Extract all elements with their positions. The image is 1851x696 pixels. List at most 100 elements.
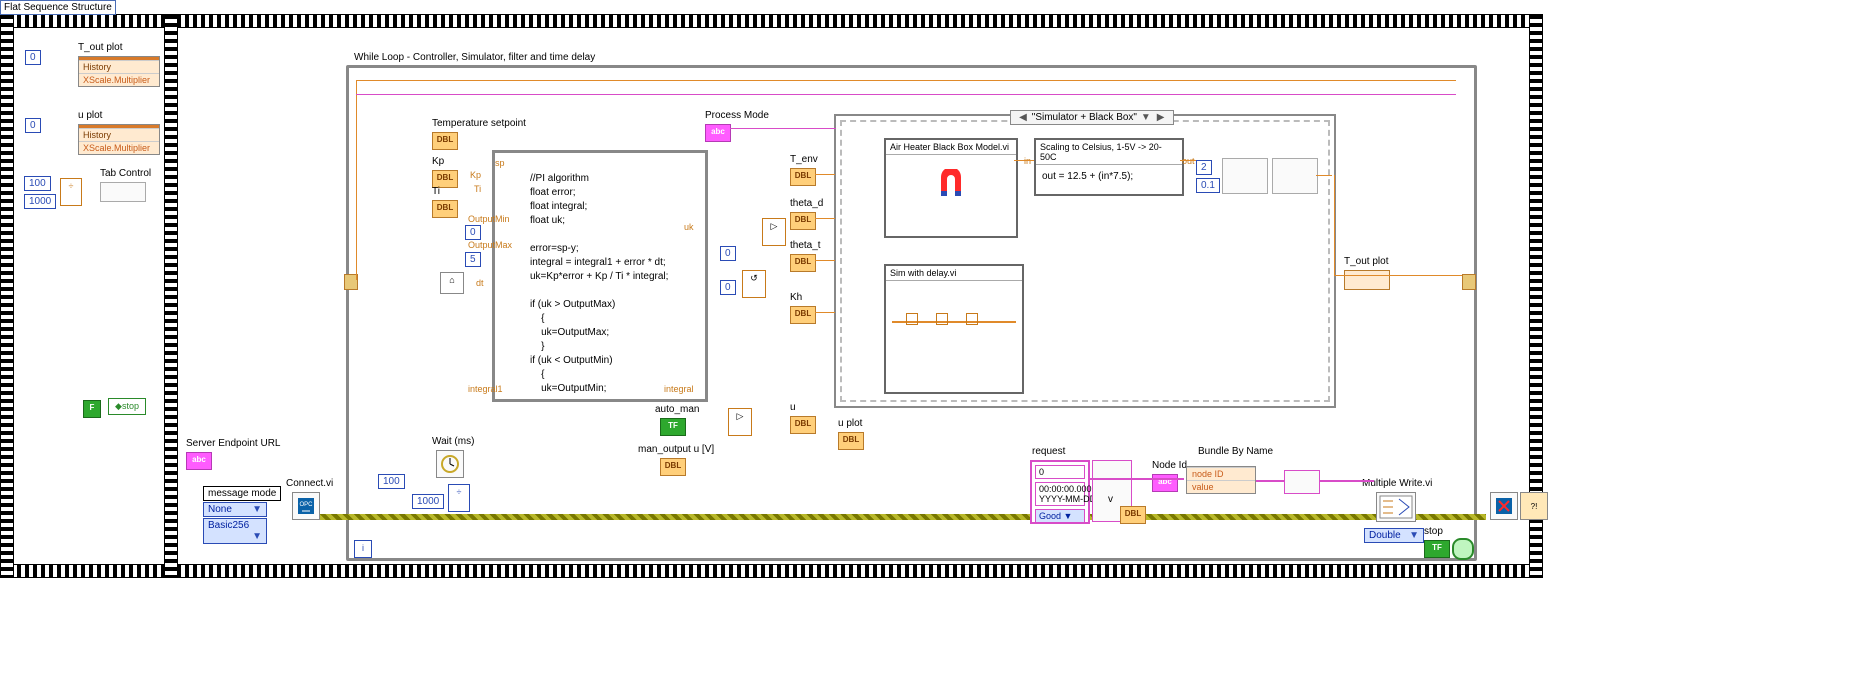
stop-local-var[interactable]: ◆stop [108,398,146,415]
scaling-out-label: out [1182,156,1195,166]
wire-req-to-bundle [1088,478,1184,480]
wire-tenv [815,174,835,175]
t-out-plot-propnode[interactable]: History XScale.Multiplier [78,56,160,87]
auto-man-term[interactable]: TF [660,418,686,436]
man-output-term[interactable]: DBL [660,458,686,476]
stop-term[interactable]: TF [1424,540,1450,558]
pi-formula-code: //PI algorithm float error; float integr… [530,172,668,396]
bundle-value[interactable]: value [1187,480,1255,493]
const-100[interactable]: 100 [24,176,51,191]
build-arr-01[interactable]: 0.1 [1196,178,1220,193]
u-plot-term[interactable]: DBL [838,432,864,450]
t-env-term[interactable]: DBL [790,168,816,186]
wire-bundle-to-array [1256,480,1284,482]
u-plot-propnode[interactable]: History XScale.Multiplier [78,124,160,155]
const-0-b[interactable]: 0 [25,118,41,133]
msg-mode-basic[interactable]: Basic256▼ [203,518,267,544]
scaling-title: Scaling to Celsius, 1-5V -> 20-50C [1036,140,1182,165]
divide-node[interactable]: ÷ [60,178,82,206]
req-status[interactable]: Good ▼ [1035,509,1085,523]
req-idx[interactable]: 0 [1035,465,1085,479]
loop-condition[interactable] [1452,538,1474,560]
request-cluster[interactable]: 0 00:00:00.000 YYYY-MM-DD Good ▼ [1030,460,1090,524]
divide-wait[interactable]: ÷ [448,484,470,512]
wire-to-tout [1334,175,1335,275]
v-term[interactable]: DBL [1120,506,1146,524]
theta-t-label: theta_t [790,240,821,251]
kh-term[interactable]: DBL [790,306,816,324]
u-ind-label: u [790,402,796,413]
tunnel-sp: sp [495,158,505,168]
scaling-formula[interactable]: Scaling to Celsius, 1-5V -> 20-50C out =… [1034,138,1184,196]
prop-xscale-2[interactable]: XScale.Multiplier [79,141,159,154]
node-id-label: Node Id [1152,460,1187,471]
flat-seq-top [0,14,1543,28]
req-time[interactable]: 00:00:00.000 YYYY-MM-DD [1035,482,1085,506]
bundle-nodeid[interactable]: node ID [1187,467,1255,480]
case-next-icon[interactable]: ▶ [1155,112,1167,123]
flat-sequence-label: Flat Sequence Structure [0,0,116,15]
t-out-plot-indicator[interactable] [1344,270,1390,290]
sim-delay-subvi[interactable]: Sim with delay.vi [884,264,1024,394]
error-out-icon[interactable]: ?! [1520,492,1548,520]
double-selector[interactable]: Double▼ [1364,528,1424,543]
air-heater-subvi[interactable]: Air Heater Black Box Model.vi [884,138,1018,238]
build-array-req[interactable] [1284,470,1320,494]
false-const[interactable]: F [83,400,101,418]
tunnel-uk: uk [684,222,694,232]
merge-node[interactable] [1272,158,1318,194]
feedback-node[interactable]: ↺ [742,270,766,298]
ti-term[interactable]: DBL [432,200,458,218]
message-mode-label: message mode [203,486,281,501]
connect-vi-icon[interactable]: OPC [292,492,320,520]
temp-setpoint-label: Temperature setpoint [432,118,526,129]
wait-1000[interactable]: 1000 [412,494,444,509]
wait-100[interactable]: 100 [378,474,405,489]
opc-close-icon[interactable] [1490,492,1518,520]
bundle-title: Bundle By Name [1198,446,1273,457]
coerce-node[interactable]: ▷ [762,218,786,246]
shiftreg-right[interactable] [1462,274,1476,290]
build-arr-2[interactable]: 2 [1196,160,1212,175]
tab-control-terminal[interactable] [100,182,146,202]
wire-mode-loop [356,94,1456,95]
u-ind-term[interactable]: DBL [790,416,816,434]
case-dropdown-icon[interactable]: ▼ [1140,112,1152,123]
theta-d-label: theta_d [790,198,823,209]
tab-control-label: Tab Control [100,168,151,179]
t-out-plot-right-label: T_out plot [1344,256,1388,267]
coerce-0a[interactable]: 0 [720,246,736,261]
wire-feedback-left [356,80,357,280]
prop-history[interactable]: History [79,60,159,73]
u-plot-label: u plot [78,110,102,121]
server-url-term[interactable]: abc [186,452,212,470]
theta-d-term[interactable]: DBL [790,212,816,230]
flat-seq-left [0,14,14,578]
flat-seq-bottom [0,564,1543,578]
node-id-term[interactable]: abc [1152,474,1178,492]
pi-const-0[interactable]: 0 [465,225,481,240]
msg-mode-none[interactable]: None▼ [203,502,267,517]
svg-text:OPC: OPC [299,502,313,508]
coerce-0b[interactable]: 0 [720,280,736,295]
multi-write-icon[interactable] [1376,492,1416,522]
const-1000[interactable]: 1000 [24,194,56,209]
temp-setpoint-term[interactable]: DBL [432,132,458,150]
case-prev-icon[interactable]: ◀ [1017,112,1029,123]
theta-t-term[interactable]: DBL [790,254,816,272]
auto-man-label: auto_man [655,404,699,415]
bundle-by-name[interactable]: node ID value [1186,466,1256,494]
wait-ms-icon[interactable] [436,450,464,478]
air-heater-title: Air Heater Black Box Model.vi [886,140,1016,155]
v-label: v [1108,494,1113,505]
const-0-a[interactable]: 0 [25,50,41,65]
select-node[interactable]: ▷ [728,408,752,436]
home-local[interactable]: ⌂ [440,272,464,294]
prop-xscale[interactable]: XScale.Multiplier [79,73,159,86]
process-mode-term[interactable]: abc [705,124,731,142]
filter-node[interactable] [1222,158,1268,194]
pi-const-5[interactable]: 5 [465,252,481,267]
prop-history-2[interactable]: History [79,128,159,141]
case-selector[interactable]: ◀ "Simulator + Black Box" ▼ ▶ [1010,110,1174,125]
wire-to-shiftreg [1334,275,1462,276]
